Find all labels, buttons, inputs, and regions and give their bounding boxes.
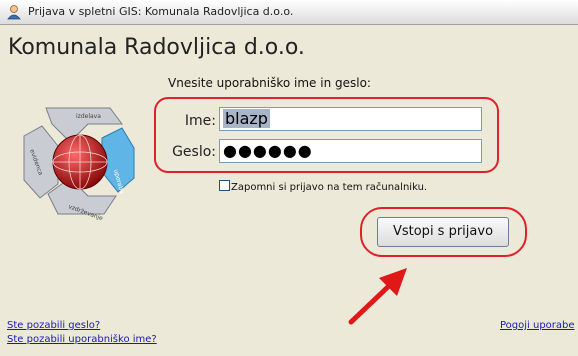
forgot-password-link[interactable]: Ste pozabili geslo? <box>7 320 100 331</box>
gis-logo-icon: izdelava uporaba vzdrževanje evidenca <box>23 107 135 220</box>
password-field[interactable]: ●●●●●● <box>219 139 482 163</box>
forgot-username-link[interactable]: Ste pozabili uporabniško ime? <box>7 334 157 345</box>
remember-label[interactable]: Zapomni si prijavo na tem računalniku. <box>231 182 427 193</box>
red-arrow-icon <box>348 268 407 325</box>
user-icon <box>7 5 21 20</box>
company-name: Komunala Radovljica d.o.o. <box>8 35 305 60</box>
username-field[interactable]: blazp <box>219 107 482 131</box>
logo-label-izdelava: izdelava <box>76 113 101 120</box>
username-value: blazp <box>223 109 270 128</box>
title-bar: Prijava v spletni GIS: Komunala Radovlji… <box>0 0 578 25</box>
login-button[interactable]: Vstopi s prijavo <box>377 217 509 247</box>
username-label: Ime: <box>184 113 216 129</box>
remember-checkbox[interactable] <box>219 180 230 191</box>
window-title: Prijava v spletni GIS: Komunala Radovlji… <box>28 5 294 18</box>
terms-link[interactable]: Pogoji uporabe <box>500 320 575 331</box>
password-label: Geslo: <box>172 144 216 160</box>
login-prompt: Vnesite uporabniško ime in geslo: <box>168 76 371 90</box>
